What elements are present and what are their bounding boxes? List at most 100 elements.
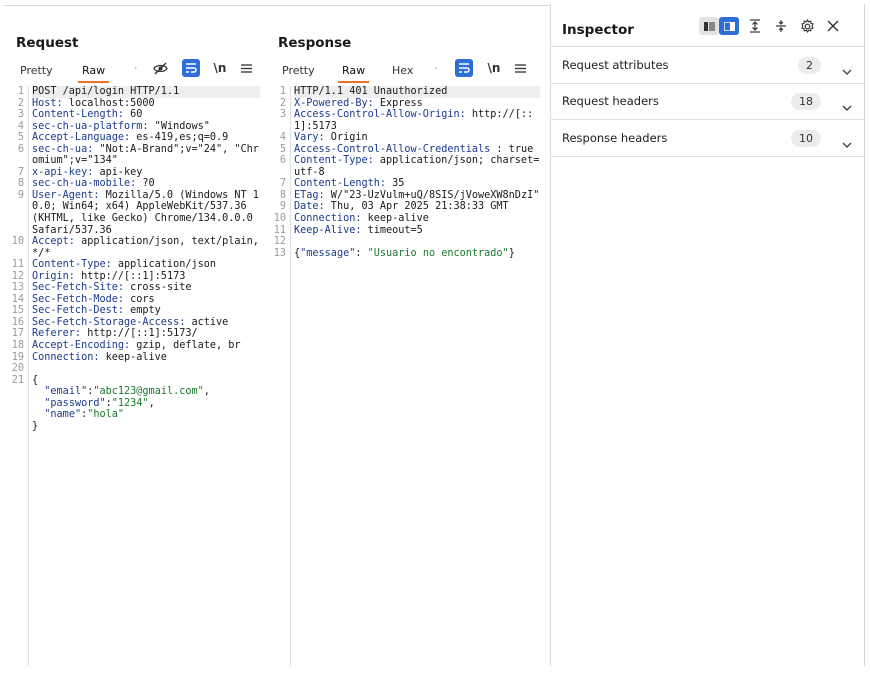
expand-all-icon[interactable] <box>745 16 765 36</box>
text-segment <box>32 409 44 420</box>
request-code: 1 POST /api/login HTTP/1.1 2 Host: localhos… <box>4 86 260 432</box>
code-line: 7 x-api-key: api-key <box>4 167 260 179</box>
line-number: 8 <box>279 189 286 201</box>
section-count-badge: 18 <box>791 92 821 110</box>
json-key: "name" <box>44 409 82 421</box>
line-number: 6 <box>17 143 24 155</box>
line-number: 13 <box>273 247 286 259</box>
code-line: 12 Origin: http://[::1]:5173 <box>4 271 260 283</box>
header-name: Sec-Fetch-Dest: <box>32 305 125 317</box>
line-text: ETag: W/"23-UzVulm+uQ/8SIS/jVoweXW8nDzI" <box>294 190 540 202</box>
line-text: POST /api/login HTTP/1.1 <box>32 86 260 98</box>
header-name: sec-ch-ua-mobile: <box>32 178 137 190</box>
chevron-down-icon[interactable] <box>842 96 852 115</box>
request-pane: Request Pretty Raw · \n 1 POST /api/login… <box>4 6 267 666</box>
section-request-headers[interactable]: Request headers 18 <box>551 83 864 120</box>
code-line: 6 Content-Type: application/json; charset… <box>266 155 540 178</box>
inspector-toolbar <box>699 16 843 36</box>
code-line: "password":"1234", <box>4 398 260 410</box>
line-text: x-api-key: api-key <box>32 167 260 179</box>
code-line: 20 <box>4 363 260 375</box>
line-number: 7 <box>279 178 286 190</box>
text-segment: ?0 <box>136 178 155 190</box>
line-number: 12 <box>273 236 286 248</box>
header-name: Date: <box>294 201 325 213</box>
inspector-layout-right-icon[interactable] <box>719 17 739 35</box>
tab-hex[interactable]: Hex <box>388 64 417 81</box>
text-segment: Express <box>373 97 423 109</box>
line-text: Connection: keep-alive <box>32 352 260 364</box>
line-number: 12 <box>11 270 24 282</box>
code-line: 13 Sec-Fetch-Site: cross-site <box>4 282 260 294</box>
close-icon[interactable] <box>823 16 843 36</box>
wrap-lines-icon[interactable] <box>455 59 473 77</box>
text-segment: POST /api/login HTTP/1.1 <box>32 86 180 97</box>
line-text: { <box>32 375 260 387</box>
wrap-lines-icon[interactable] <box>182 59 200 77</box>
inspector-title: Inspector <box>562 22 634 38</box>
code-line: "email":"abc123@gmail.com", <box>4 386 260 398</box>
code-line: 15 Sec-Fetch-Dest: empty <box>4 305 260 317</box>
text-segment: cors <box>124 293 155 305</box>
text-segment: gzip, deflate, br <box>130 340 241 352</box>
line-number: 3 <box>279 109 286 121</box>
tab-pretty[interactable]: Pretty <box>278 64 319 81</box>
section-response-headers[interactable]: Response headers 10 <box>551 120 864 157</box>
line-text: Accept-Encoding: gzip, deflate, br <box>32 340 260 352</box>
response-editor[interactable]: 1 HTTP/1.1 401 Unauthorized 2 X-Powered-By:… <box>266 86 546 666</box>
text-segment: keep-alive <box>99 351 167 363</box>
newline-icon[interactable]: \n <box>484 58 504 78</box>
line-text: User-Agent: Mozilla/5.0 (Windows NT 10.0… <box>32 190 260 236</box>
header-name: Vary: <box>294 132 325 144</box>
string-value: "abc123@gmail.com" <box>93 386 204 398</box>
line-text: Content-Type: application/json <box>32 259 260 271</box>
tab-pretty[interactable]: Pretty <box>16 64 57 81</box>
eye-off-icon[interactable] <box>150 58 170 78</box>
text-segment: } <box>508 247 515 259</box>
header-name: Access-Control-Allow-Credentials <box>294 143 491 155</box>
tab-raw[interactable]: Raw <box>338 64 370 83</box>
inspector-layout-left-icon[interactable] <box>699 17 719 35</box>
text-segment: : <box>355 247 368 259</box>
line-number: 4 <box>279 132 286 144</box>
section-request-attributes[interactable]: Request attributes 2 <box>551 46 864 84</box>
header-name: Keep-Alive: <box>294 224 362 236</box>
header-name: Connection: <box>32 351 100 363</box>
line-number <box>4 409 32 421</box>
header-name: Access-Control-Allow-Origin: <box>294 109 466 121</box>
string-value: "1234" <box>111 397 149 409</box>
line-text: X-Powered-By: Express <box>294 98 540 110</box>
text-segment: 35 <box>386 178 405 190</box>
response-code: 1 HTTP/1.1 401 Unauthorized 2 X-Powered-By:… <box>266 86 540 259</box>
code-line: 4 sec-ch-ua-platform: "Windows" <box>4 121 260 133</box>
menu-icon[interactable] <box>510 58 530 78</box>
text-segment: es-419,es;q=0.9 <box>130 132 229 144</box>
chevron-down-icon[interactable] <box>842 133 852 152</box>
code-line: 1 POST /api/login HTTP/1.1 <box>4 86 260 98</box>
header-name: Content-Type: <box>294 155 374 167</box>
header-name: Sec-Fetch-Storage-Access: <box>32 316 186 328</box>
text-segment: localhost:5000 <box>62 97 155 109</box>
text-segment: active <box>185 316 229 328</box>
collapse-all-icon[interactable] <box>771 16 791 36</box>
chevron-down-icon[interactable] <box>842 60 852 79</box>
tab-raw[interactable]: Raw <box>78 64 110 83</box>
section-label: Request attributes <box>562 58 669 72</box>
request-editor[interactable]: 1 POST /api/login HTTP/1.1 2 Host: localhos… <box>4 86 266 666</box>
line-text: sec-ch-ua: "Not:A-Brand";v="24", "Chromi… <box>32 144 260 167</box>
section-label: Request headers <box>562 94 659 108</box>
line-number: 2 <box>279 97 286 109</box>
menu-icon[interactable] <box>236 58 256 78</box>
line-text: Referer: http://[::1]:5173/ <box>32 328 260 340</box>
line-text: Host: localhost:5000 <box>32 98 260 110</box>
newline-icon[interactable]: \n <box>210 58 230 78</box>
string-value: "Usuario no encontrado" <box>367 247 509 259</box>
line-number: 5 <box>279 143 286 155</box>
line-text: {"message": "Usuario no encontrado"} <box>294 248 540 260</box>
line-text: Sec-Fetch-Storage-Access: active <box>32 317 260 329</box>
gear-icon[interactable] <box>797 16 817 36</box>
text-segment: empty <box>124 305 161 317</box>
code-line: 7 Content-Length: 35 <box>266 178 540 190</box>
code-line: 2 X-Powered-By: Express <box>266 98 540 110</box>
header-name: Accept-Language: <box>32 132 131 144</box>
